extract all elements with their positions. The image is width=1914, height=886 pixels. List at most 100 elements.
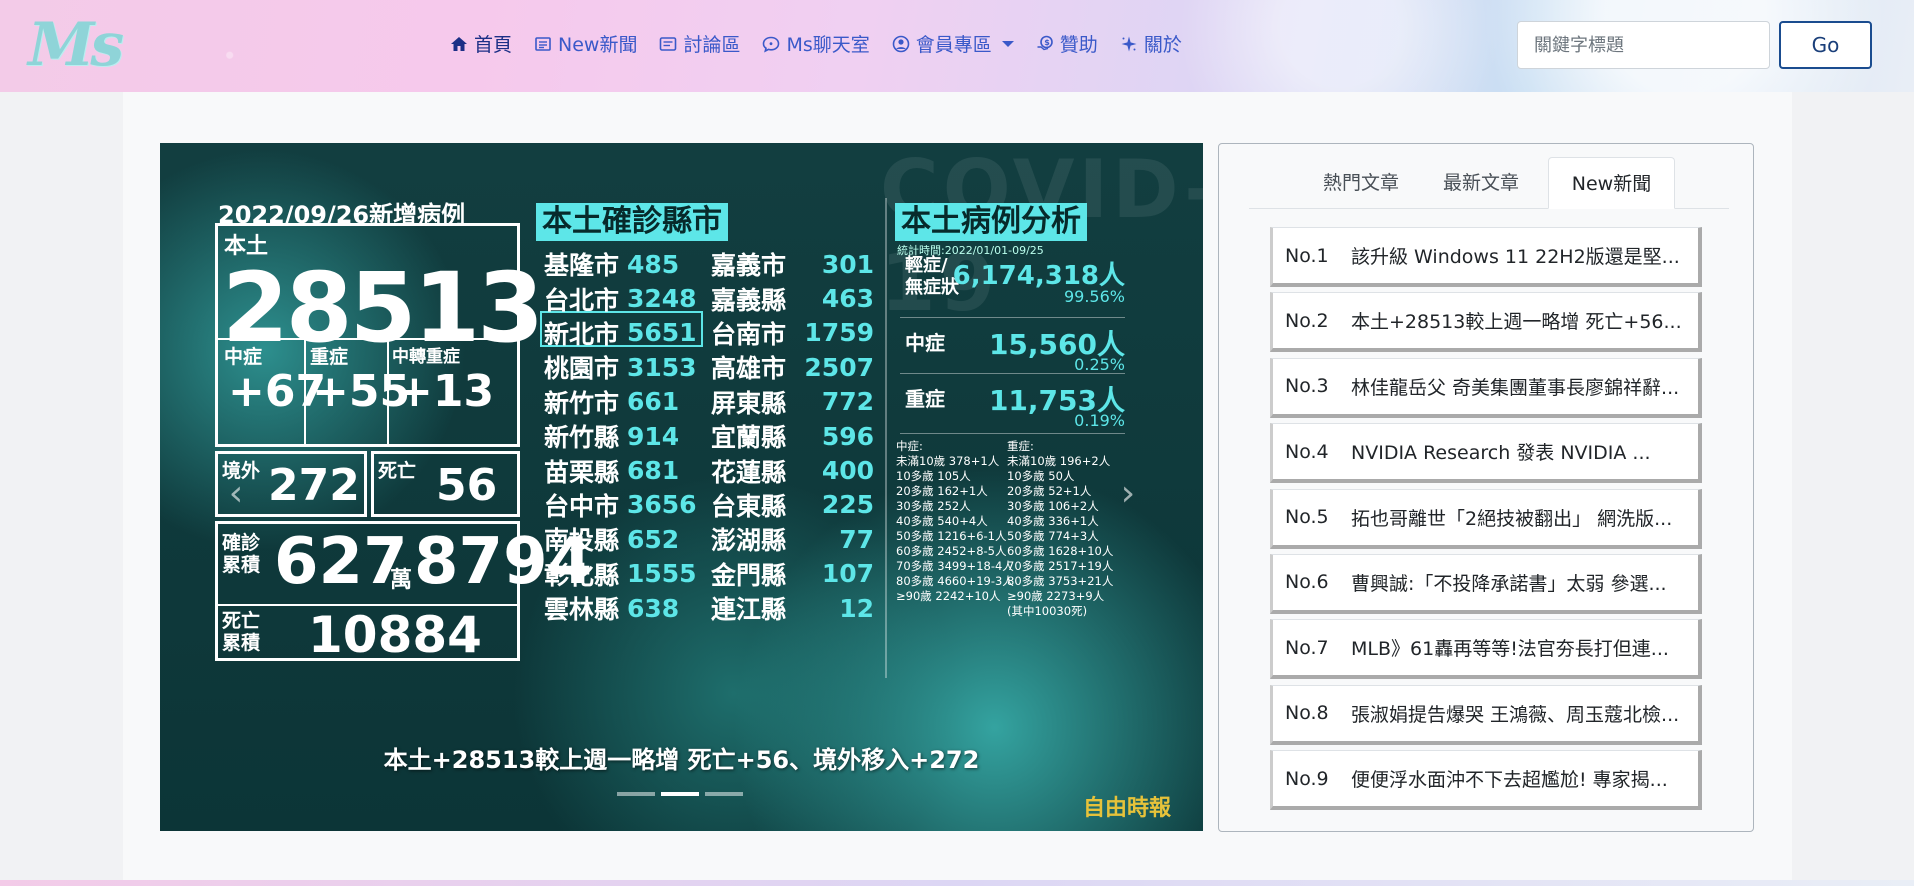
- news-item-9[interactable]: No.9 便便浮水面沖不下去超尷尬! 專家揭...: [1270, 750, 1702, 811]
- city-row: 台中市 3656 台東縣 225: [544, 488, 874, 522]
- source-logo: 自由時報: [1083, 795, 1172, 821]
- chevron-right-icon: ›: [1120, 472, 1136, 514]
- news-title: 便便浮水面沖不下去超尷尬! 專家揭...: [1351, 769, 1668, 792]
- search-input[interactable]: [1517, 21, 1770, 69]
- cumulative-label: 確診 累積: [222, 532, 261, 576]
- city-name: 桃園市: [544, 354, 620, 384]
- news-title: 曹興誠:「不投降承諾書」太弱 參選...: [1351, 572, 1667, 595]
- chevron-left-icon: ‹: [228, 472, 244, 514]
- city-row: 台北市 3248 嘉義縣 463: [544, 281, 874, 315]
- nav-member-dropdown[interactable]: 會員專區: [892, 30, 1014, 57]
- divider: [900, 433, 1125, 434]
- nav-home[interactable]: 首頁: [450, 30, 512, 57]
- city-name: 新竹縣: [544, 423, 620, 453]
- city-value: 681: [627, 456, 680, 486]
- news-title: 拓也哥離世「2絕技被翻出」 網洗版...: [1351, 507, 1673, 530]
- city-name: 嘉義市: [711, 251, 787, 281]
- analysis-row: 重症 11,753人 0.19%: [905, 379, 1125, 430]
- city-row: 彰化縣 1555 金門縣 107: [544, 557, 874, 591]
- moderate-label: 中症: [224, 346, 263, 368]
- news-carousel[interactable]: COVID-19 2022/09/26新增病例 本土 28513 中症 +67 …: [160, 143, 1203, 831]
- city-value: 772: [821, 387, 874, 417]
- carousel-indicators: [617, 792, 743, 796]
- page-margin-left: [0, 92, 123, 882]
- analysis-row: 輕症/ 無症狀 6,174,318人 99.56%: [905, 255, 1125, 313]
- news-item-6[interactable]: No.6 曹興誠:「不投降承諾書」太弱 參選...: [1270, 553, 1702, 614]
- city-name: 連江縣: [711, 595, 787, 625]
- death-box: 死亡 56: [371, 451, 520, 517]
- city-value: 914: [627, 421, 680, 451]
- carousel-prev-button[interactable]: ‹: [216, 463, 256, 523]
- imported-value: 272: [268, 460, 360, 511]
- city-name: 台東縣: [711, 491, 787, 521]
- carousel-indicator-3[interactable]: [705, 792, 743, 796]
- chat-icon: [763, 36, 780, 52]
- city-value: 1555: [627, 559, 697, 589]
- mod-to-severe-value: +13: [396, 366, 495, 417]
- severe-label: 重症: [310, 346, 349, 368]
- nav-chat[interactable]: Ms聊天室: [762, 30, 870, 57]
- divider: [900, 373, 1125, 374]
- city-value: 1759: [804, 318, 874, 348]
- news-item-1[interactable]: No.1 該升級 Windows 11 22H2版還是堅...: [1270, 227, 1702, 287]
- carousel-indicator-1[interactable]: [617, 792, 655, 796]
- city-name: 新竹市: [544, 388, 620, 418]
- cities-title: 本土確診縣市: [536, 203, 728, 241]
- news-panel: 熱門文章 最新文章 New新聞 No.1 該升級 Windows 11 22H2版…: [1218, 143, 1754, 832]
- city-name: 嘉義縣: [711, 285, 787, 315]
- city-row: 苗栗縣 681 花蓮縣 400: [544, 453, 874, 487]
- carousel-indicator-2[interactable]: [661, 792, 699, 796]
- news-item-4[interactable]: No.4 NVIDIA Research 發表 NVIDIA ...: [1270, 423, 1702, 484]
- city-value: 3248: [627, 284, 697, 314]
- city-name: 花蓮縣: [711, 457, 787, 487]
- news-number: No.6: [1285, 571, 1329, 594]
- city-value: 5651: [627, 318, 697, 348]
- city-value: 2507: [804, 352, 874, 382]
- news-title: 張淑娟提告爆哭 王鴻薇、周玉蔻北檢...: [1351, 703, 1680, 726]
- city-value: 301: [821, 249, 874, 279]
- news-item-3[interactable]: No.3 林佳龍岳父 奇美集團董事長廖錦祥辭...: [1270, 357, 1702, 418]
- svg-text:$: $: [1044, 38, 1050, 47]
- city-row: 新竹縣 914 宜蘭縣 596: [544, 419, 874, 453]
- analysis-title: 本土病例分析: [895, 203, 1087, 241]
- carousel-caption[interactable]: 本土+28513較上週一略增 死亡+56、境外移入+272: [160, 740, 1203, 775]
- news-item-7[interactable]: No.7 MLB》61轟再等等!法官夯長打但連...: [1270, 619, 1702, 680]
- site-logo[interactable]: Ms: [28, 10, 124, 80]
- news-title: 本土+28513較上週一略增 死亡+56...: [1351, 311, 1682, 334]
- tab-new-news[interactable]: New新聞: [1548, 157, 1675, 209]
- cumulative-value-a: 627: [274, 525, 408, 599]
- go-button[interactable]: Go: [1779, 21, 1872, 69]
- news-number: No.9: [1285, 767, 1329, 790]
- news-list: No.1 該升級 Windows 11 22H2版還是堅... No.2 本土+28…: [1270, 227, 1702, 816]
- city-value: 77: [839, 524, 874, 554]
- news-number: No.5: [1285, 506, 1329, 529]
- city-name: 屏東縣: [711, 388, 787, 418]
- city-value: 661: [627, 387, 680, 417]
- news-item-5[interactable]: No.5 拓也哥離世「2絕技被翻出」 網洗版...: [1270, 488, 1702, 549]
- tab-hot-articles[interactable]: 熱門文章: [1311, 157, 1411, 209]
- city-name: 雲林縣: [544, 595, 620, 625]
- analysis-label: 中症: [905, 331, 945, 355]
- divider: [900, 317, 1125, 318]
- city-value: 107: [821, 559, 874, 589]
- cumulative-box: 確診 累積 627 萬 8794 死亡 累積 10884: [215, 521, 592, 661]
- nav-donate[interactable]: $ 贊助: [1036, 30, 1098, 57]
- home-icon: [451, 36, 467, 51]
- news-item-2[interactable]: No.2 本土+28513較上週一略增 死亡+56...: [1270, 292, 1702, 353]
- city-name: 金門縣: [711, 560, 787, 590]
- city-value: 3656: [627, 490, 697, 520]
- city-name: 台中市: [544, 491, 620, 521]
- news-item-8[interactable]: No.8 張淑娟提告爆哭 王鴻薇、周玉蔻北檢...: [1270, 684, 1702, 745]
- tab-latest-articles[interactable]: 最新文章: [1431, 157, 1531, 209]
- news-title: NVIDIA Research 發表 NVIDIA ...: [1351, 442, 1651, 465]
- nav-forum[interactable]: 討論區: [659, 30, 740, 57]
- analysis-label: 重症: [905, 387, 945, 411]
- divider: [218, 338, 517, 340]
- news-number: No.1: [1285, 244, 1329, 267]
- site-header: Ms 首頁 New新聞 討論區 Ms聊天室 會員專區 $ 贊助 關於 關鍵字標題…: [0, 0, 1914, 92]
- nav-about[interactable]: 關於: [1120, 30, 1182, 57]
- cumulative-death-label: 死亡 累積: [222, 610, 261, 654]
- city-name: 台北市: [544, 285, 620, 315]
- nav-news[interactable]: New新聞: [534, 30, 637, 57]
- carousel-next-button[interactable]: ›: [1108, 463, 1148, 523]
